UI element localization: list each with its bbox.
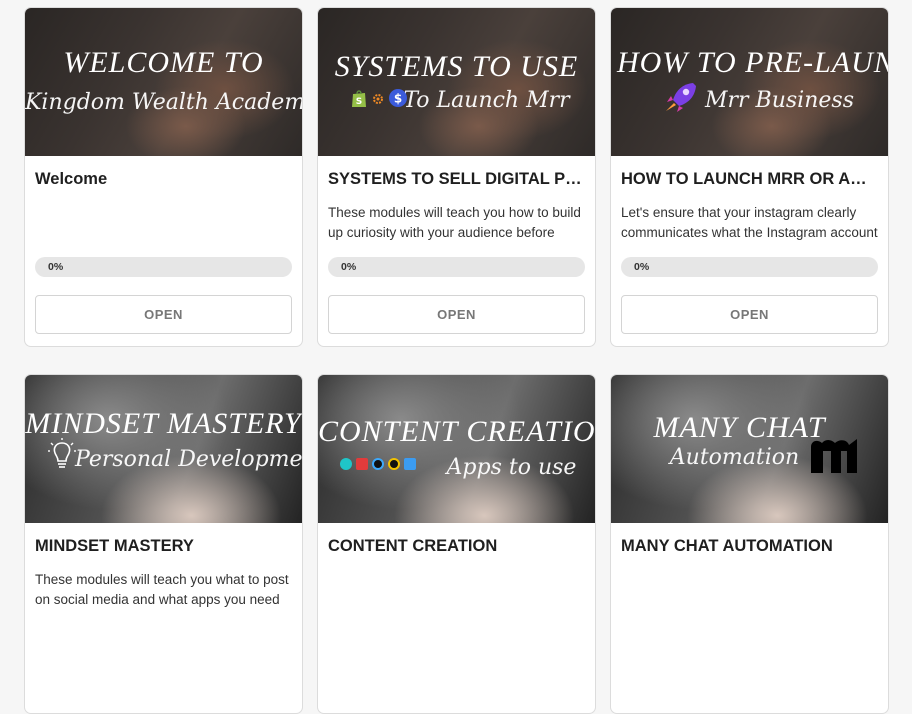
course-title: CONTENT CREATION [328,537,498,555]
course-title: SYSTEMS TO SELL DIGITAL PRODUCTS [328,170,585,188]
app-icon [372,458,384,470]
course-description: These modules will teach you how to buil… [328,205,581,240]
progress-bar: 0% [328,257,585,277]
capcut-icon [356,458,368,470]
course-thumbnail[interactable]: MINDSET MASTERY Personal Development [25,375,302,523]
open-button[interactable]: OPEN [35,295,292,334]
course-card-mindset[interactable]: MINDSET MASTERY Personal Development MIN… [24,374,303,714]
course-description [328,570,585,610]
lightbulb-icon [47,437,77,476]
course-card-manychat[interactable]: MANY CHAT Automation MANY CHAT AUTOMATIO… [610,374,889,714]
course-card-welcome[interactable]: WELCOME TO Kingdom Wealth Academy Welcom… [24,7,303,347]
thumbnail-icons [809,437,861,480]
progress-bar: 0% [621,257,878,277]
progress-bar: 0% [35,257,292,277]
course-thumbnail[interactable]: MANY CHAT Automation [611,375,888,523]
course-title: MANY CHAT AUTOMATION [621,537,833,555]
gear-icon [372,92,384,110]
thumbnail-subheading: Apps to use [446,455,577,480]
course-description: Let's ensure that your instagram clearly… [621,205,878,240]
course-card-content[interactable]: CONTENT CREATION Apps to use CONTENT CRE… [317,374,596,714]
thumbnail-icons [663,80,699,119]
progress-label: 0% [341,261,357,273]
course-description [621,570,878,610]
progress-label: 0% [634,261,650,273]
thumbnail-icons: S $ [350,88,408,113]
course-thumbnail[interactable]: HOW TO PRE-LAUNCH Mrr Business [611,8,888,156]
course-thumbnail[interactable]: SYSTEMS TO USE To Launch Mrr S $ [318,8,595,156]
manychat-logo-icon [809,437,861,480]
thumbnail-subheading: Personal Development [75,447,302,472]
thumbnail-heading: SYSTEMS TO USE [334,50,579,83]
course-grid: WELCOME TO Kingdom Wealth Academy Welcom… [24,7,889,714]
svg-text:$: $ [394,92,402,106]
course-card-systems[interactable]: SYSTEMS TO USE To Launch Mrr S $ SYSTEMS… [317,7,596,347]
course-title: Welcome [35,170,108,188]
course-card-prelaunch[interactable]: HOW TO PRE-LAUNCH Mrr Business HOW TO LA… [610,7,889,347]
course-description [35,203,292,243]
canva-icon [340,458,352,470]
course-title: HOW TO LAUNCH MRR OR ANY BUSINESS [621,170,878,188]
dollar-icon: $ [388,88,408,113]
course-title: MINDSET MASTERY [35,537,194,555]
thumbnail-icons [47,437,77,476]
lightroom-icon [388,458,400,470]
open-button[interactable]: OPEN [621,295,878,334]
open-button[interactable]: OPEN [328,295,585,334]
capcut-alt-icon [404,458,416,470]
thumbnail-heading: CONTENT CREATION [318,415,595,448]
thumbnail-subheading: Kingdom Wealth Academy [25,90,302,115]
course-thumbnail[interactable]: CONTENT CREATION Apps to use [318,375,595,523]
thumbnail-icons [340,458,416,470]
svg-text:S: S [356,97,362,107]
shopify-icon: S [350,88,368,113]
rocket-icon [663,80,699,119]
thumbnail-heading: MINDSET MASTERY [25,407,302,440]
thumbnail-heading: WELCOME TO [63,46,264,79]
progress-label: 0% [48,261,64,273]
thumbnail-heading: HOW TO PRE-LAUNCH [617,46,888,79]
course-description: These modules will teach you what to pos… [35,572,289,607]
thumbnail-subheading: To Launch Mrr [403,88,570,113]
course-thumbnail[interactable]: WELCOME TO Kingdom Wealth Academy [25,8,302,156]
thumbnail-subheading: Mrr Business [705,88,854,113]
